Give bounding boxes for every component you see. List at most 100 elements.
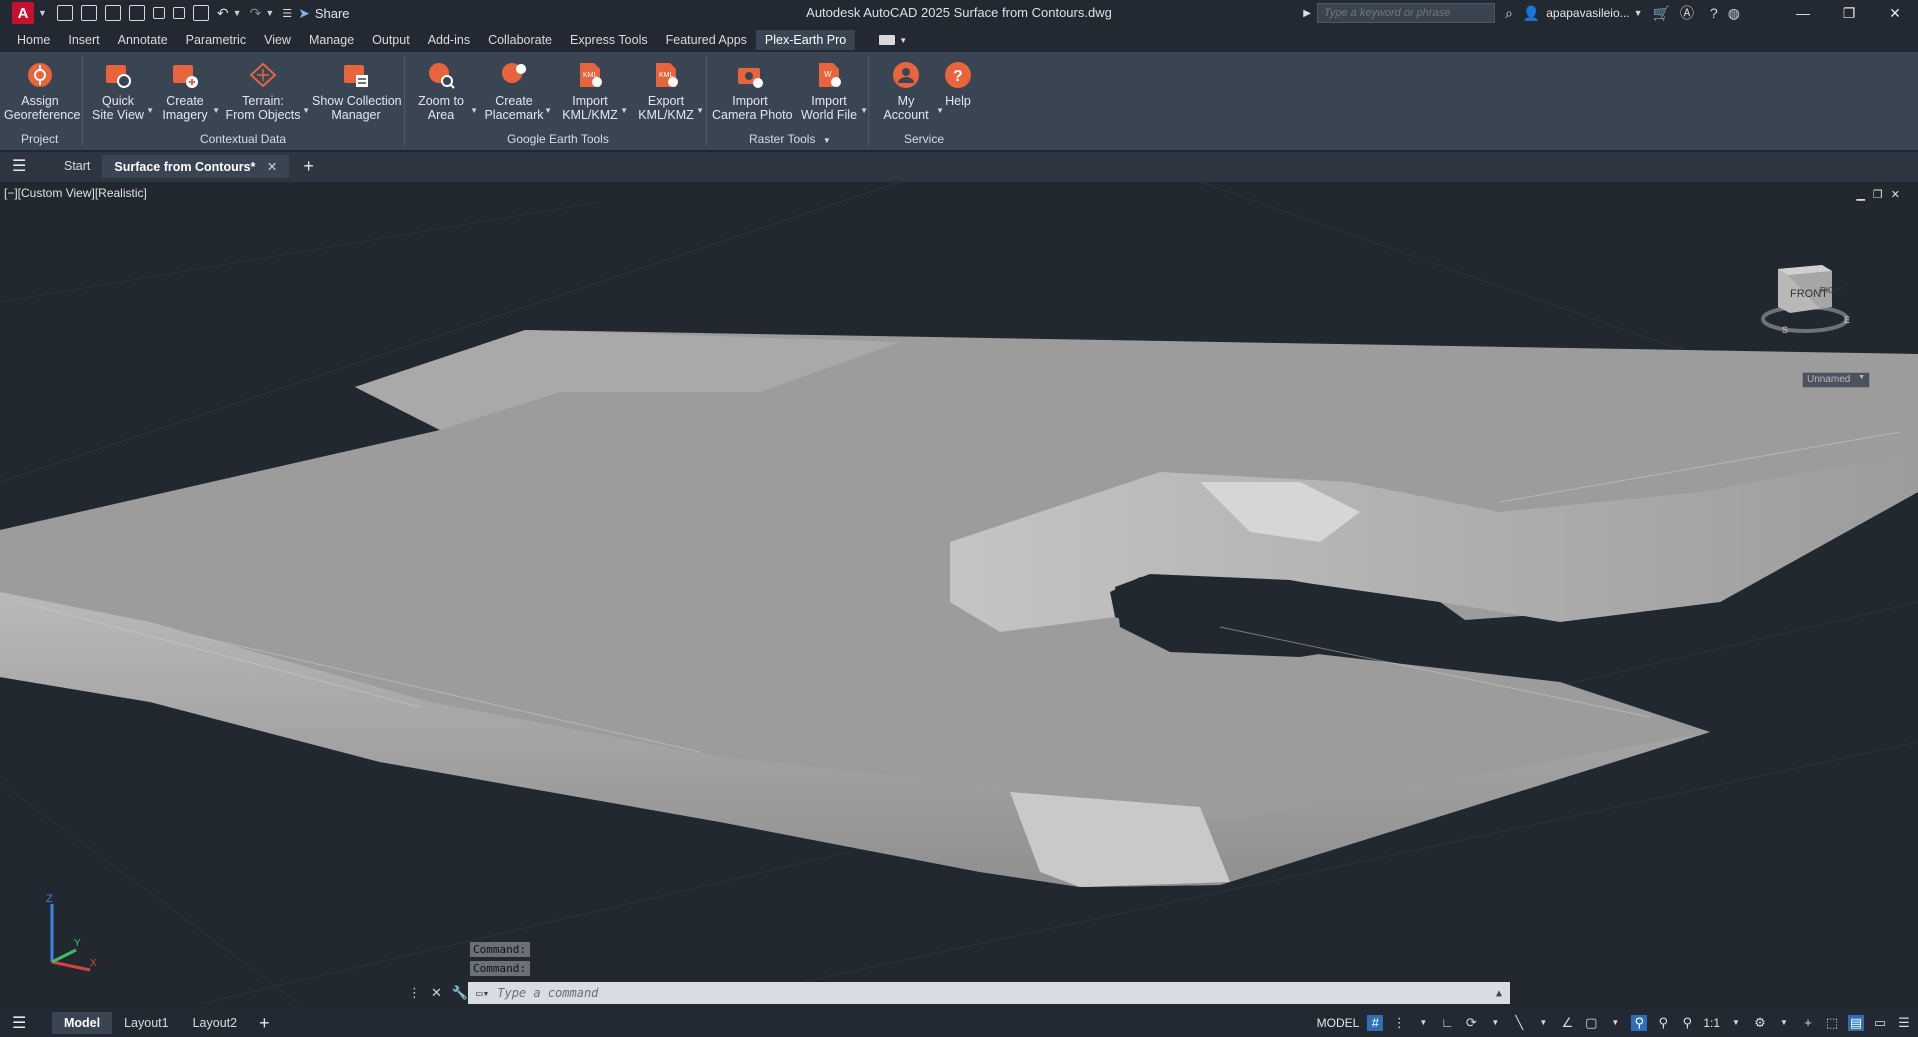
raster-tools-caret-icon[interactable]: ▼ <box>823 136 831 145</box>
search-icon[interactable]: ⌕ <box>1505 5 1513 22</box>
export-kml-button[interactable]: KML Export KML/KMZ ▼ <box>636 60 704 122</box>
annotation-scale-value[interactable]: 1:1 <box>1703 1016 1720 1030</box>
minimize-button[interactable]: — <box>1780 5 1826 21</box>
tab-manage[interactable]: Manage <box>300 30 363 50</box>
tab-layout1[interactable]: Layout1 <box>112 1012 180 1034</box>
web-mobile-icon[interactable] <box>152 7 165 19</box>
polar-caret-icon[interactable]: ▼ <box>1487 1015 1503 1031</box>
tab-view[interactable]: View <box>255 30 300 50</box>
autocad-logo-icon[interactable]: A <box>12 2 34 24</box>
export-kml-caret-icon[interactable]: ▼ <box>696 104 704 118</box>
object-snap-icon[interactable]: ▢ <box>1583 1015 1599 1031</box>
open-web-icon[interactable] <box>172 7 185 19</box>
quick-properties-icon[interactable]: ▤ <box>1848 1015 1864 1031</box>
save-as-icon[interactable] <box>128 5 145 21</box>
object-snap-tracking-icon[interactable]: ∠ <box>1559 1015 1575 1031</box>
tab-express-tools[interactable]: Express Tools <box>561 30 657 50</box>
help-button[interactable]: ? Help <box>940 60 976 108</box>
ribbon-display-caret-icon[interactable]: ▼ <box>899 36 907 45</box>
viewcube-right-label[interactable]: RIGHT <box>1820 286 1845 295</box>
tab-annotate[interactable]: Annotate <box>109 30 177 50</box>
my-account-button[interactable]: My Account ▼ <box>876 60 944 122</box>
command-customize-icon[interactable]: 🔧 <box>452 985 468 1001</box>
ribbon-display-toggle-icon[interactable] <box>879 35 896 45</box>
file-menu-icon[interactable]: ☰ <box>12 156 32 176</box>
units-icon[interactable]: ⬚ <box>1824 1015 1840 1031</box>
command-grip-icon[interactable]: ⋮ <box>408 985 421 1001</box>
close-tab-icon[interactable]: ✕ <box>267 160 277 174</box>
create-placemark-button[interactable]: Create Placemark ▼ <box>484 60 552 122</box>
isodraft-caret-icon[interactable]: ▼ <box>1535 1015 1551 1031</box>
customize-qa-icon[interactable]: ☰ <box>282 7 292 20</box>
undo-icon[interactable]: ↶ <box>217 5 229 22</box>
open-file-icon[interactable] <box>80 5 97 21</box>
tab-featured-apps[interactable]: Featured Apps <box>657 30 756 50</box>
model-space-toggle[interactable]: MODEL <box>1317 1016 1360 1030</box>
app-menu-caret-icon[interactable]: ▼ <box>38 8 47 18</box>
redo-icon[interactable]: ↷ <box>250 5 262 22</box>
viewcube[interactable]: FRONT RIGHT S E <box>1760 257 1850 337</box>
add-layout-icon[interactable]: + <box>259 1013 270 1034</box>
annotation-scale-icon[interactable]: ⚲ <box>1679 1015 1695 1031</box>
viewport-close-icon[interactable]: ✕ <box>1891 189 1908 201</box>
named-view-dropdown[interactable]: Unnamed ▼ <box>1802 372 1870 388</box>
share-button[interactable]: ➤ Share <box>298 5 349 22</box>
compass-e-label[interactable]: E <box>1844 315 1850 325</box>
tab-insert[interactable]: Insert <box>59 30 108 50</box>
workspace-caret-icon[interactable]: ▼ <box>1776 1015 1792 1031</box>
layout-menu-icon[interactable]: ☰ <box>12 1013 32 1033</box>
compass-s-label[interactable]: S <box>1782 325 1788 335</box>
user-name[interactable]: apapavasileio... <box>1546 6 1629 20</box>
tab-addins[interactable]: Add-ins <box>419 30 479 50</box>
annotation-visibility-icon[interactable]: ⚲ <box>1631 1015 1648 1031</box>
quick-site-view-button[interactable]: Quick Site View ▼ <box>90 60 154 122</box>
plot-icon[interactable] <box>192 5 209 21</box>
search-expand-icon[interactable]: ▶ <box>1303 8 1311 19</box>
redo-caret-icon[interactable]: ▼ <box>265 8 274 18</box>
customization-icon[interactable]: ☰ <box>1896 1015 1912 1031</box>
tab-layout2[interactable]: Layout2 <box>181 1012 249 1034</box>
create-imagery-button[interactable]: Create Imagery ▼ <box>158 60 220 122</box>
scale-caret-icon[interactable]: ▼ <box>1728 1015 1744 1031</box>
search-input[interactable] <box>1316 3 1495 23</box>
command-input[interactable]: ▭▾ Type a command ▲ <box>468 982 1510 1004</box>
isodraft-icon[interactable]: ╲ <box>1511 1015 1527 1031</box>
viewport-controls-label[interactable]: [−][Custom View][Realistic] <box>4 186 147 200</box>
ortho-icon[interactable]: ∟ <box>1439 1015 1455 1031</box>
import-kml-button[interactable]: KML Import KML/KMZ ▼ <box>560 60 628 122</box>
user-icon[interactable]: 👤 <box>1523 5 1540 22</box>
auto-scale-icon[interactable]: ⚲ <box>1655 1015 1671 1031</box>
help-circle-icon[interactable]: ? <box>1710 5 1718 21</box>
zoom-to-area-caret-icon[interactable]: ▼ <box>470 104 478 118</box>
save-icon[interactable] <box>104 5 121 21</box>
tab-collaborate[interactable]: Collaborate <box>479 30 561 50</box>
tab-model[interactable]: Model <box>52 1012 113 1034</box>
tab-surface-from-contours[interactable]: Surface from Contours* ✕ <box>102 154 290 178</box>
terrain-caret-icon[interactable]: ▼ <box>302 104 310 118</box>
panel-raster-label[interactable]: Raster Tools ▼ <box>749 132 831 146</box>
quick-site-view-caret-icon[interactable]: ▼ <box>146 104 154 118</box>
user-caret-icon[interactable]: ▼ <box>1634 8 1643 18</box>
workspace-gear-icon[interactable]: ⚙ <box>1752 1015 1768 1031</box>
feedback-icon[interactable]: ◍ <box>1728 5 1740 22</box>
polar-icon[interactable]: ⟳ <box>1463 1015 1479 1031</box>
terrain-from-objects-button[interactable]: Terrain: From Objects ▼ <box>224 60 310 122</box>
tab-parametric[interactable]: Parametric <box>177 30 255 50</box>
viewport-minimize-icon[interactable]: ▁ <box>1856 189 1872 201</box>
undo-caret-icon[interactable]: ▼ <box>233 8 242 18</box>
object-snap-caret-icon[interactable]: ▼ <box>1607 1015 1623 1031</box>
zoom-to-area-button[interactable]: Zoom to Area ▼ <box>412 60 478 122</box>
tab-start[interactable]: Start <box>52 155 102 177</box>
command-history-arrow-icon[interactable]: ▲ <box>1496 988 1502 999</box>
tab-home[interactable]: Home <box>8 30 59 50</box>
annotation-monitor-icon[interactable]: + <box>1800 1015 1816 1031</box>
import-world-file-button[interactable]: W Import World File ▼ <box>798 60 868 122</box>
new-file-icon[interactable] <box>56 5 73 21</box>
import-camera-photo-button[interactable]: Import Camera Photo <box>712 60 793 122</box>
clean-screen-icon[interactable]: ▭ <box>1872 1015 1888 1031</box>
snap-caret-icon[interactable]: ▼ <box>1415 1015 1431 1031</box>
command-prompt-icon[interactable]: ▭▾ <box>476 987 489 1000</box>
cart-icon[interactable]: 🛒 <box>1653 5 1670 22</box>
assign-georeference-button[interactable]: Assign Georeference <box>4 60 80 122</box>
create-placemark-caret-icon[interactable]: ▼ <box>544 104 552 118</box>
